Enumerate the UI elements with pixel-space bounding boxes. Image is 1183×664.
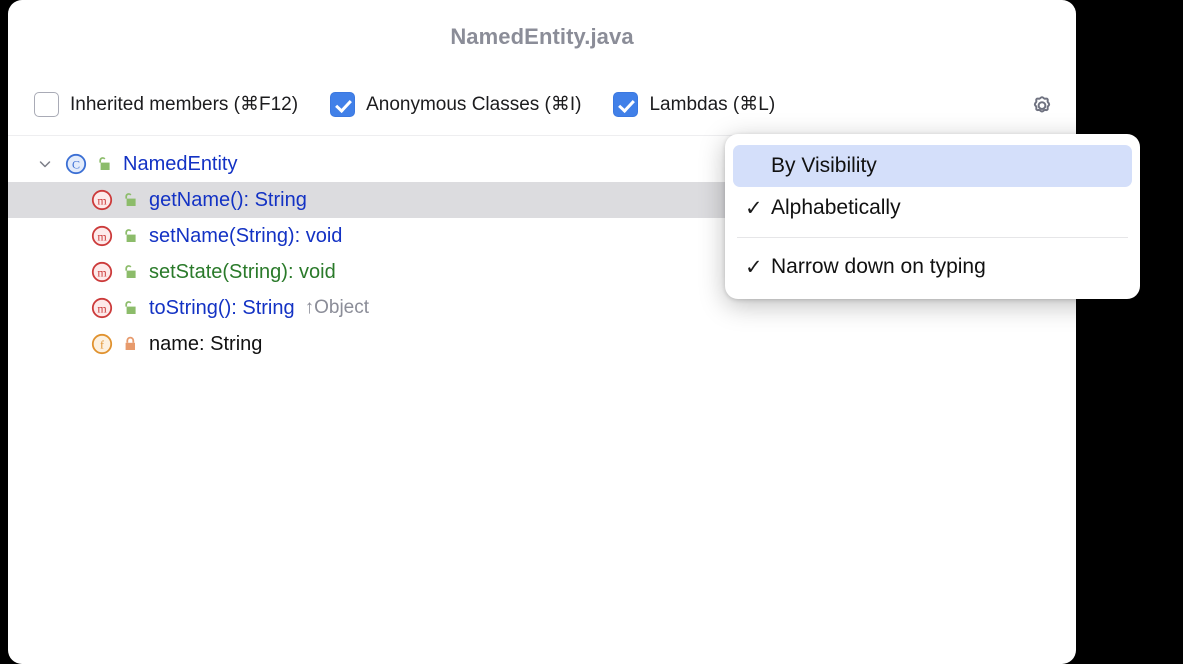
svg-text:C: C xyxy=(72,157,80,171)
menu-item-check-icon: ✓ xyxy=(745,255,771,280)
tree-node-label: setName(String): void xyxy=(149,225,342,248)
class-icon: C xyxy=(64,152,88,176)
sort-options-popup-menu: By Visibility ✓ Alphabetically ✓ Narrow … xyxy=(725,134,1140,299)
menu-separator xyxy=(737,237,1128,238)
unlocked-public-icon xyxy=(121,298,139,318)
tree-node-label: getName(): String xyxy=(149,189,307,212)
tree-row[interactable]: f name: String xyxy=(8,326,1076,362)
menu-item-by-visibility-label: By Visibility xyxy=(771,154,877,178)
checkbox-lambdas-box[interactable] xyxy=(613,92,638,117)
menu-item-alphabetically[interactable]: ✓ Alphabetically xyxy=(733,187,1132,229)
tree-node-label: toString(): String xyxy=(149,297,295,320)
svg-text:m: m xyxy=(97,229,107,243)
structure-popup-window: NamedEntity.java Inherited members (⌘F12… xyxy=(8,0,1076,664)
checkbox-anonymous-classes-label: Anonymous Classes (⌘I) xyxy=(366,93,581,116)
menu-item-narrow-down-on-typing-label: Narrow down on typing xyxy=(771,255,986,279)
menu-item-narrow-down-on-typing[interactable]: ✓ Narrow down on typing xyxy=(733,246,1132,288)
unlocked-public-icon xyxy=(121,226,139,246)
checkbox-anonymous-classes-box[interactable] xyxy=(330,92,355,117)
method-icon: m xyxy=(90,224,114,248)
checkbox-inherited-members[interactable]: Inherited members (⌘F12) xyxy=(34,92,298,117)
unlocked-public-icon xyxy=(121,262,139,282)
checkbox-lambdas-label: Lambdas (⌘L) xyxy=(649,93,775,116)
method-icon: m xyxy=(90,296,114,320)
method-icon: m xyxy=(90,260,114,284)
tree-node-label: NamedEntity xyxy=(123,153,238,176)
svg-text:m: m xyxy=(97,301,107,315)
chevron-down-icon[interactable] xyxy=(34,153,56,175)
svg-text:m: m xyxy=(97,193,107,207)
checkbox-anonymous-classes[interactable]: Anonymous Classes (⌘I) xyxy=(330,92,581,117)
locked-private-icon xyxy=(121,334,139,354)
menu-item-check-icon: ✓ xyxy=(745,196,771,221)
checkbox-lambdas[interactable]: Lambdas (⌘L) xyxy=(613,92,775,117)
menu-item-alphabetically-label: Alphabetically xyxy=(771,196,901,220)
tree-node-label: setState(String): void xyxy=(149,261,336,284)
gear-icon[interactable] xyxy=(1026,89,1058,121)
field-icon: f xyxy=(90,332,114,356)
svg-text:m: m xyxy=(97,265,107,279)
svg-text:f: f xyxy=(100,337,104,351)
menu-item-by-visibility[interactable]: By Visibility xyxy=(733,145,1132,187)
checkbox-inherited-members-box[interactable] xyxy=(34,92,59,117)
method-icon: m xyxy=(90,188,114,212)
filter-toolbar: Inherited members (⌘F12) Anonymous Class… xyxy=(8,74,1076,136)
tree-node-supertype: ↑Object xyxy=(305,297,369,319)
page-title: NamedEntity.java xyxy=(450,24,633,50)
checkbox-inherited-members-label: Inherited members (⌘F12) xyxy=(70,93,298,116)
tree-node-label: name: String xyxy=(149,333,262,356)
screen: NamedEntity.java Inherited members (⌘F12… xyxy=(0,0,1183,664)
window-titlebar: NamedEntity.java xyxy=(8,0,1076,74)
unlocked-public-icon xyxy=(121,190,139,210)
unlocked-public-icon xyxy=(95,154,113,174)
